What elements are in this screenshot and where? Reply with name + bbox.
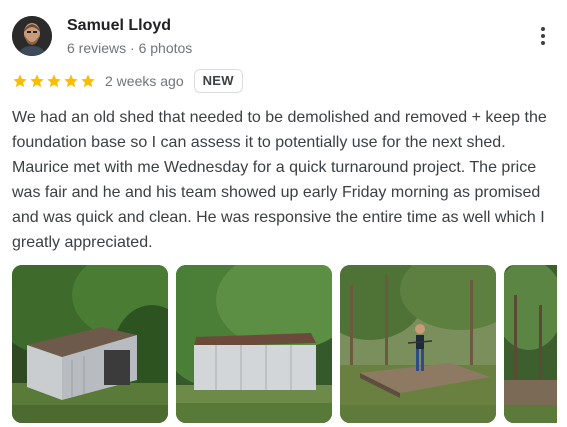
review-photo-1[interactable] <box>12 265 168 423</box>
star-icon <box>64 74 78 88</box>
reviewer-name[interactable]: Samuel Lloyd <box>67 16 192 36</box>
reviewer-meta: 6 reviews · 6 photos <box>67 40 193 56</box>
star-icon <box>13 74 27 88</box>
reviewer-info: Samuel Lloyd 6 reviews · 6 photos <box>67 16 192 58</box>
shed-before-photo-icon <box>12 265 168 423</box>
photo-strip <box>12 265 557 423</box>
shed-side-photo-icon <box>176 265 332 423</box>
review-time: 2 weeks ago <box>105 73 184 89</box>
foundation-after-photo-icon <box>340 265 496 423</box>
cleared-site-photo-icon <box>504 265 557 423</box>
person-avatar-icon <box>12 16 52 56</box>
review-photo-3[interactable] <box>340 265 496 423</box>
rating-row: 2 weeks ago NEW <box>12 68 243 94</box>
review-text: We had an old shed that needed to be dem… <box>12 109 547 251</box>
dot <box>541 27 545 31</box>
star-icon <box>47 74 61 88</box>
star-icon <box>81 74 95 88</box>
reviewer-avatar[interactable] <box>12 16 52 56</box>
dot <box>541 34 545 38</box>
review-header: Samuel Lloyd 6 reviews · 6 photos <box>12 16 557 60</box>
review-photo-4[interactable] <box>504 265 557 423</box>
more-vert-icon[interactable] <box>533 24 553 48</box>
new-badge: NEW <box>193 69 243 93</box>
star-icon <box>30 74 44 88</box>
star-rating <box>12 73 96 89</box>
review-photo-2[interactable] <box>176 265 332 423</box>
dot <box>541 41 545 45</box>
